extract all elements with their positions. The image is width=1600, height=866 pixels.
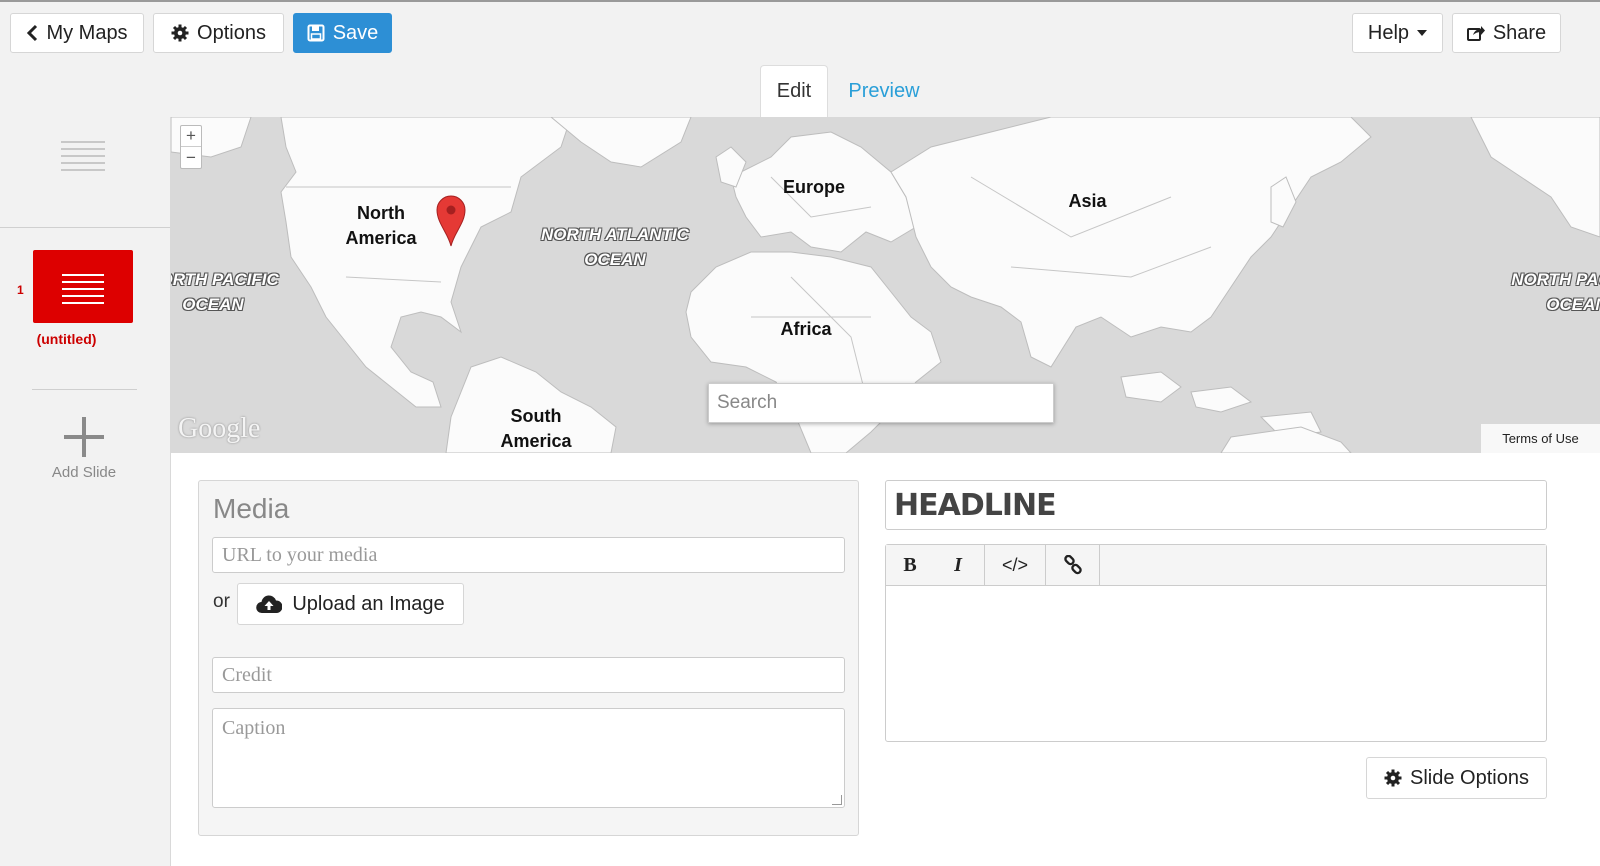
media-url-input[interactable]: URL to your media [212, 537, 845, 573]
share-label: Share [1492, 21, 1547, 44]
add-slide-plus-icon[interactable] [64, 417, 104, 457]
link-icon [1063, 555, 1082, 575]
map-label-north-america: North America [345, 203, 417, 248]
help-label: Help [1367, 21, 1410, 44]
resize-handle[interactable] [832, 795, 842, 805]
map-label-africa: Africa [780, 319, 832, 339]
code-button[interactable]: </> [984, 545, 1046, 585]
link-button[interactable] [1046, 545, 1100, 585]
zoom-out-button[interactable]: − [181, 147, 201, 168]
caret-down-icon [1417, 30, 1428, 36]
or-text: or [213, 591, 230, 612]
rte-toolbar: B I </> [886, 545, 1546, 586]
italic-button[interactable]: I [934, 545, 982, 585]
tab-edit[interactable]: Edit [760, 65, 828, 117]
map-label-europe: Europe [782, 177, 845, 197]
headline-input[interactable]: HEADLINE [885, 480, 1547, 530]
slide-title-label: (untitled) [36, 331, 97, 347]
gear-icon [1384, 769, 1402, 787]
slide-options-label: Slide Options [1410, 766, 1529, 789]
slide-thumbnail[interactable] [33, 250, 133, 323]
gear-icon [171, 24, 189, 42]
map-label-north-pacific: NORTH PACIFICOCEAN [171, 270, 279, 314]
save-button[interactable]: Save [293, 13, 392, 53]
bold-button[interactable]: B [886, 545, 934, 585]
map-label-north-pacific-east: NORTH PACIFICOCEAN [1511, 270, 1600, 314]
media-title: Media [213, 493, 290, 524]
add-slide-label[interactable]: Add Slide [34, 464, 134, 481]
slide-sidebar: 1 (untitled) Add Slide [0, 117, 171, 866]
rich-text-editor: B I </> [885, 544, 1547, 742]
map-label-asia: Asia [1068, 191, 1107, 211]
my-maps-button[interactable]: My Maps [10, 13, 144, 53]
map-view[interactable]: + − North America South America Europe Afr… [171, 117, 1600, 453]
text-lines-icon [62, 274, 104, 309]
upload-image-button[interactable]: Upload an Image [237, 583, 464, 625]
terms-of-use-link[interactable]: Terms of Use [1481, 424, 1600, 453]
map-marker-icon[interactable] [436, 195, 466, 247]
share-icon [1466, 26, 1485, 41]
rte-body[interactable] [886, 586, 1546, 741]
floppy-disk-icon [307, 24, 325, 42]
zoom-in-button[interactable]: + [181, 126, 201, 147]
help-dropdown-button[interactable]: Help [1352, 13, 1443, 53]
options-label: Options [197, 21, 266, 44]
my-maps-label: My Maps [46, 21, 128, 44]
slide-options-button[interactable]: Slide Options [1366, 757, 1547, 799]
caption-textarea[interactable]: Caption [212, 708, 845, 808]
caption-placeholder: Caption [222, 717, 286, 739]
sidebar-divider [32, 389, 137, 390]
upload-image-label: Upload an Image [292, 592, 445, 615]
slide-number: 1 [17, 283, 24, 297]
slide-editor: Media URL to your media or Upload an Ima… [171, 453, 1600, 866]
top-border [0, 0, 1600, 2]
overview-slide-icon[interactable] [61, 141, 105, 176]
tab-preview[interactable]: Preview [838, 65, 930, 117]
map-label-north-atlantic: NORTH ATLANTIC OCEAN [541, 225, 689, 269]
credit-input[interactable]: Credit [212, 657, 845, 693]
save-label: Save [332, 21, 379, 44]
cloud-upload-icon [256, 595, 283, 614]
options-button[interactable]: Options [153, 13, 284, 53]
google-logo: Google [178, 413, 261, 444]
media-panel: Media URL to your media or Upload an Ima… [198, 480, 859, 836]
zoom-control: + − [180, 125, 202, 169]
map-search-input[interactable]: Search [708, 383, 1054, 423]
share-button[interactable]: Share [1452, 13, 1561, 53]
map-label-south-america: South America [500, 406, 572, 451]
chevron-left-icon [27, 24, 38, 42]
sidebar-divider [0, 227, 170, 228]
